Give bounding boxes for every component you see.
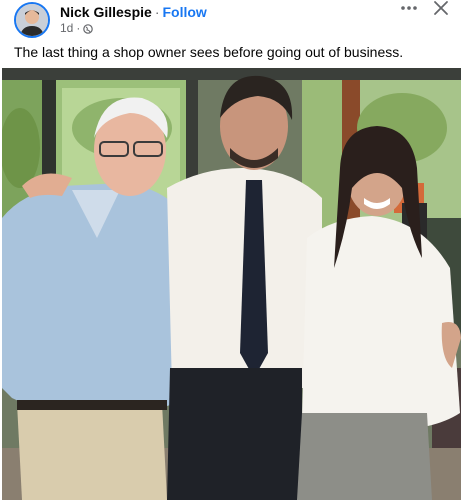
author-row: Nick Gillespie · Follow — [60, 4, 207, 20]
close-icon — [434, 1, 448, 15]
avatar[interactable] — [14, 2, 50, 38]
post-meta: 1d · — [60, 21, 94, 35]
meta-separator: · — [76, 21, 81, 35]
avatar-image — [16, 4, 48, 36]
post-caption: The last thing a shop owner sees before … — [14, 44, 404, 60]
photo-image — [2, 68, 461, 500]
post-photo[interactable] — [2, 68, 461, 500]
more-horizontal-icon — [401, 6, 417, 10]
author-separator: · — [154, 4, 160, 20]
post-header: Nick Gillespie · Follow 1d · — [0, 0, 461, 38]
more-options-button[interactable] — [398, 0, 420, 18]
author-name[interactable]: Nick Gillespie — [60, 4, 152, 20]
close-button[interactable] — [432, 0, 450, 18]
follow-button[interactable]: Follow — [163, 4, 207, 20]
post-timestamp[interactable]: 1d — [60, 21, 73, 35]
globe-icon — [83, 23, 94, 34]
